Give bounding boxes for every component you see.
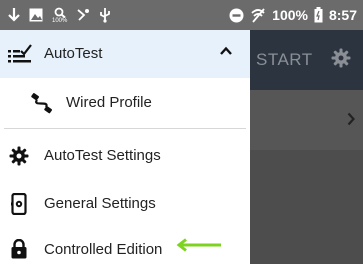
- drawer-item-autotest-settings[interactable]: AutoTest Settings: [0, 132, 250, 180]
- background-app: START: [250, 30, 363, 264]
- download-arrow-icon: [8, 7, 20, 23]
- chevron-right-icon: [347, 112, 355, 131]
- start-button[interactable]: START: [256, 50, 313, 70]
- ethernet-cable-icon: [30, 91, 54, 115]
- drawer-item-label: Controlled Edition: [44, 241, 163, 258]
- signal-badge: 100%: [52, 17, 68, 24]
- battery-icon: [314, 7, 323, 23]
- gear-icon[interactable]: [331, 48, 351, 73]
- navigation-drawer: AutoTest Wired Profile AutoTest Settings…: [0, 30, 250, 264]
- app-list-row[interactable]: [250, 90, 363, 150]
- device-settings-icon: [11, 193, 27, 215]
- network-hop-icon: [76, 8, 90, 22]
- usb-icon: [99, 7, 111, 23]
- drawer-item-label: AutoTest Settings: [44, 147, 161, 164]
- checklist-icon: [8, 44, 32, 64]
- annotation-arrow-icon: [175, 238, 223, 257]
- image-icon: [29, 8, 43, 22]
- drawer-divider: [4, 128, 246, 129]
- drawer-item-label: General Settings: [44, 195, 156, 212]
- drawer-item-wired-profile[interactable]: Wired Profile: [0, 78, 250, 128]
- search-percent-icon: 100%: [52, 7, 67, 24]
- app-header: START: [250, 30, 363, 90]
- drawer-item-general-settings[interactable]: General Settings: [0, 180, 250, 228]
- drawer-item-label: AutoTest: [44, 45, 103, 62]
- gear-icon: [9, 146, 29, 166]
- drawer-item-label: Wired Profile: [66, 94, 152, 111]
- dnd-icon: [229, 8, 244, 23]
- chevron-up-icon[interactable]: [219, 44, 233, 63]
- lock-icon: [11, 239, 27, 259]
- battery-percent: 100%: [272, 7, 308, 23]
- clock: 8:57: [328, 7, 357, 23]
- status-bar: 100% 100% 8:57: [0, 0, 363, 30]
- drawer-item-autotest[interactable]: AutoTest: [0, 30, 250, 78]
- wifi-off-icon: [250, 7, 266, 23]
